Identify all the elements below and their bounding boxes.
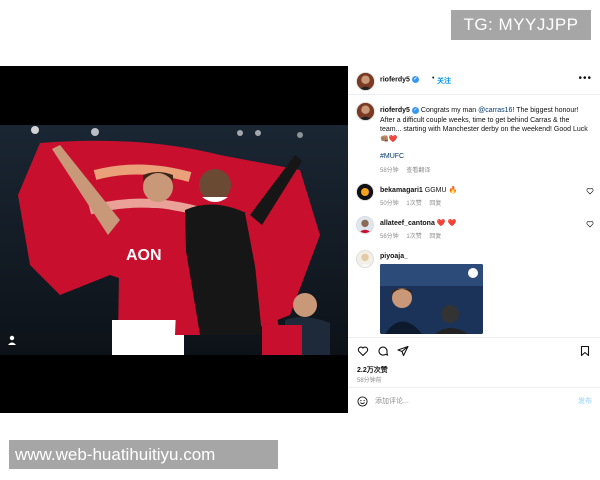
comment-item: piyoaja_ — [348, 248, 600, 335]
commenter-username[interactable]: bekamagari1 — [380, 187, 423, 194]
heart-icon[interactable] — [357, 345, 369, 357]
add-comment-bar: 添加评论... 发布 — [348, 387, 600, 415]
bookmark-icon[interactable] — [579, 345, 591, 357]
comment-icon[interactable] — [377, 345, 389, 357]
user-tag-icon[interactable] — [6, 334, 18, 346]
caption-hashtag[interactable]: #MUFC — [380, 153, 404, 160]
instagram-post: AON rioferdy5 ✓ • 关注 ••• rioferdy5 ✓ Con… — [0, 66, 600, 413]
caption-meta: 58分钟 查看翻译 — [380, 165, 436, 174]
caption-username[interactable]: rioferdy5 — [380, 107, 410, 114]
comment-likes[interactable]: 1次赞 — [406, 201, 421, 207]
author-avatar[interactable] — [356, 72, 375, 91]
comment-reply-button[interactable]: 回复 — [429, 234, 441, 240]
heart-outline-icon[interactable] — [586, 220, 594, 228]
comment-meta: 56分钟 1次赞 回复 — [380, 231, 447, 240]
see-translation-link[interactable]: 查看翻译 — [406, 168, 430, 174]
follow-button[interactable]: 关注 — [437, 76, 451, 86]
top-watermark: TG: MYYJJPP — [451, 10, 591, 40]
comment-time: 50分钟 — [380, 201, 399, 207]
post-side-panel: rioferdy5 ✓ • 关注 ••• rioferdy5 ✓ Congrats … — [348, 66, 600, 413]
post-photo: AON — [0, 125, 348, 355]
caption-mention[interactable]: @carras16 — [478, 107, 512, 114]
comment-text: bekamagari1 GGMU 🔥 — [380, 186, 457, 194]
header-separator: • — [432, 75, 435, 82]
comment-body: GGMU 🔥 — [424, 187, 458, 194]
add-comment-input[interactable]: 添加评论... — [375, 396, 409, 406]
comments-section[interactable]: rioferdy5 ✓ Congrats my man @carras16! Th… — [348, 95, 600, 335]
comment-reply-button[interactable]: 回复 — [429, 201, 441, 207]
commenter-avatar[interactable] — [356, 216, 374, 234]
heart-outline-icon[interactable] — [586, 187, 594, 195]
caption-text: rioferdy5 ✓ Congrats my man @carras16! Th… — [380, 106, 592, 144]
commenter-username[interactable]: piyoaja_ — [380, 253, 408, 260]
commenter-avatar[interactable] — [356, 250, 374, 268]
comment-image[interactable] — [380, 264, 483, 334]
caption-text-start: Congrats my man — [420, 107, 479, 114]
bottom-watermark: www.web-huatihuitiyu.com — [9, 440, 278, 469]
post-comment-button[interactable]: 发布 — [578, 396, 592, 406]
more-horizontal-icon[interactable]: ••• — [578, 73, 592, 84]
comment-time: 56分钟 — [380, 234, 399, 240]
likes-count[interactable]: 2.2万次赞 — [357, 365, 388, 375]
verified-badge-icon: ✓ — [411, 106, 419, 114]
post-header: rioferdy5 ✓ • 关注 ••• — [348, 66, 600, 95]
verified-badge-icon: ✓ — [411, 76, 419, 83]
post-media[interactable]: AON — [0, 66, 348, 413]
comment-item: allateef_cantona ❤️ ❤️ 56分钟 1次赞 回复 — [348, 214, 600, 244]
comment-text: piyoaja_ — [380, 253, 408, 260]
comment-meta: 50分钟 1次赞 回复 — [380, 198, 447, 207]
comment-image-photo — [380, 264, 483, 334]
comment-likes[interactable]: 1次赞 — [406, 234, 421, 240]
caption-avatar[interactable] — [356, 102, 375, 121]
comment-text: allateef_cantona ❤️ ❤️ — [380, 219, 456, 227]
comment-item: bekamagari1 GGMU 🔥 50分钟 1次赞 回复 — [348, 181, 600, 211]
commenter-username[interactable]: allateef_cantona — [380, 220, 435, 227]
post-time: 58分钟前 — [357, 378, 382, 384]
caption-time: 58分钟 — [380, 168, 399, 174]
post-actions: 2.2万次赞 58分钟前 添加评论... 发布 — [348, 337, 600, 414]
share-icon[interactable] — [397, 345, 409, 357]
emoji-icon[interactable] — [357, 396, 368, 407]
comment-body: ❤️ ❤️ — [436, 220, 457, 227]
author-username[interactable]: rioferdy5 ✓ — [380, 76, 419, 83]
svg-text:AON: AON — [126, 247, 162, 264]
commenter-avatar[interactable] — [356, 183, 374, 201]
